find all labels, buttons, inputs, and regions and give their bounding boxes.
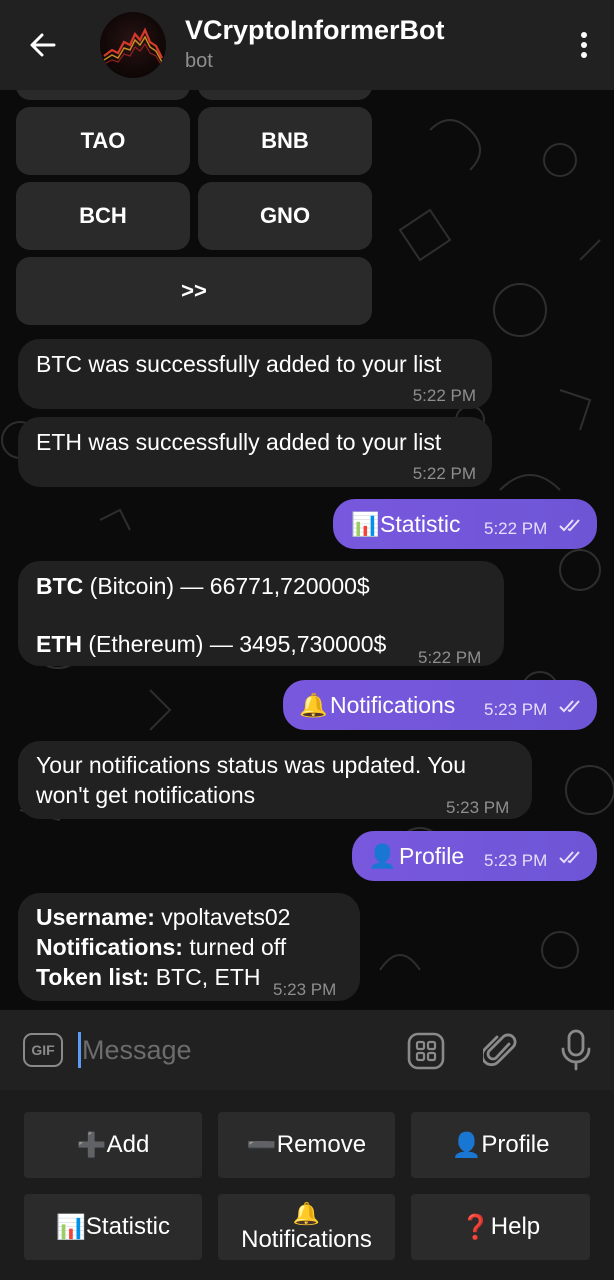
- message-line: Token list: BTC, ETH: [36, 962, 260, 992]
- plus-icon: ➕: [76, 1131, 107, 1159]
- vertical-dots-icon: [581, 32, 587, 58]
- message-time: 5:22 PM: [412, 386, 476, 405]
- bar-chart-icon: 📊: [56, 1213, 86, 1241]
- inline-button-partial[interactable]: [16, 90, 190, 100]
- incoming-message[interactable]: BTC (Bitcoin) — 66771,720000$ ETH (Ether…: [18, 561, 504, 667]
- bell-icon: 🔔: [292, 1201, 321, 1226]
- message-text: Notifications: [330, 692, 456, 718]
- message-line: Username: vpoltavets02: [36, 902, 290, 932]
- question-icon: ❓: [460, 1213, 491, 1241]
- chat-title[interactable]: VCryptoInformerBot: [185, 14, 554, 46]
- inline-button-bnb[interactable]: BNB: [198, 107, 372, 175]
- token-price: (Bitcoin) — 66771,720000$: [83, 573, 370, 599]
- bot-reply-keyboard: ➕ Add ➖ Remove 👤 Profile 📊 Statistic 🔔 Notifi…: [0, 1090, 614, 1280]
- more-menu-button[interactable]: [554, 0, 614, 90]
- chat-area[interactable]: TAO BNB BCH GNO >> BTC was successfully …: [0, 90, 614, 1010]
- read-checkmarks-icon: [559, 519, 580, 532]
- paperclip-icon[interactable]: [483, 1030, 519, 1070]
- back-arrow-icon: [30, 33, 56, 57]
- inline-button-partial[interactable]: [198, 90, 372, 100]
- incoming-message[interactable]: Your notifications status was updated. Y…: [18, 741, 532, 819]
- statistic-button[interactable]: 📊 Statistic: [24, 1194, 202, 1260]
- button-label: Remove: [276, 1131, 367, 1158]
- message-time: 5:22 PM: [484, 519, 548, 538]
- field-label: Token list:: [36, 964, 150, 990]
- user-icon: 👤: [368, 843, 397, 869]
- message-time: 5:22 PM: [418, 648, 482, 667]
- incoming-message[interactable]: BTC was successfully added to your list …: [18, 339, 492, 409]
- user-icon: 👤: [451, 1131, 482, 1159]
- outgoing-message[interactable]: 🔔 Notifications 5:23 PM: [283, 680, 597, 730]
- text-caret: [78, 1032, 81, 1068]
- message-composer: GIF Message: [0, 1010, 614, 1090]
- bell-icon: 🔔: [299, 692, 328, 718]
- minus-icon: ➖: [246, 1131, 277, 1159]
- message-time: 5:23 PM: [484, 851, 548, 870]
- chart-avatar-icon: [103, 27, 163, 67]
- incoming-message[interactable]: Username: vpoltavets02 Notifications: tu…: [18, 893, 360, 1001]
- outgoing-message[interactable]: 👤 Profile 5:23 PM: [352, 831, 597, 881]
- inline-button-gno[interactable]: GNO: [198, 182, 372, 250]
- message-text: Your notifications status was updated. Y…: [36, 752, 467, 778]
- gif-button[interactable]: GIF: [23, 1033, 63, 1067]
- chat-subtitle: bot: [185, 50, 213, 72]
- message-text: won't get notifications: [36, 782, 256, 808]
- message-time: 5:22 PM: [412, 464, 476, 483]
- token-symbol: BTC: [36, 573, 84, 599]
- message-time: 5:23 PM: [446, 798, 510, 817]
- read-checkmarks-icon: [559, 851, 580, 864]
- chat-header: VCryptoInformerBot bot: [0, 0, 614, 90]
- bar-chart-icon: 📊: [351, 511, 380, 537]
- token-price: (Ethereum) — 3495,730000$: [82, 631, 387, 657]
- message-time: 5:23 PM: [273, 980, 337, 999]
- microphone-icon[interactable]: [560, 1029, 592, 1071]
- field-label: Username:: [36, 904, 155, 930]
- read-checkmarks-icon: [559, 700, 580, 713]
- back-button[interactable]: [0, 0, 86, 90]
- add-button[interactable]: ➕ Add: [24, 1112, 202, 1178]
- message-input[interactable]: Message: [82, 1032, 192, 1068]
- message-line: BTC (Bitcoin) — 66771,720000$: [36, 571, 370, 601]
- button-label: Statistic: [85, 1213, 170, 1240]
- field-label: Notifications:: [36, 934, 183, 960]
- incoming-message[interactable]: ETH was successfully added to your list …: [18, 417, 492, 487]
- field-value: vpoltavets02: [154, 904, 291, 930]
- message-line: ETH (Ethereum) — 3495,730000$: [36, 629, 386, 659]
- bot-keyboard-icon[interactable]: [407, 1032, 445, 1070]
- message-time: 5:23 PM: [484, 700, 548, 719]
- bot-avatar[interactable]: [100, 12, 166, 78]
- message-text: ETH was successfully added to your list: [36, 429, 442, 455]
- outgoing-message[interactable]: 📊 Statistic 5:22 PM: [333, 499, 597, 549]
- field-value: BTC, ETH: [149, 964, 261, 990]
- button-label: Add: [106, 1131, 150, 1158]
- token-symbol: ETH: [36, 631, 82, 657]
- inline-button-bch[interactable]: BCH: [16, 182, 190, 250]
- inline-button-next-page[interactable]: >>: [16, 257, 372, 325]
- remove-button[interactable]: ➖ Remove: [218, 1112, 395, 1178]
- message-line: Notifications: turned off: [36, 932, 286, 962]
- button-label: Notifications: [241, 1226, 372, 1253]
- message-text: Profile: [399, 843, 465, 869]
- help-button[interactable]: ❓ Help: [411, 1194, 590, 1260]
- inline-button-tao[interactable]: TAO: [16, 107, 190, 175]
- profile-button[interactable]: 👤 Profile: [411, 1112, 590, 1178]
- message-text: Statistic: [380, 511, 461, 537]
- field-value: turned off: [182, 934, 287, 960]
- notifications-button[interactable]: 🔔 Notifications: [218, 1194, 395, 1260]
- button-label: Profile: [481, 1131, 550, 1158]
- button-label: Help: [490, 1213, 541, 1240]
- message-text: BTC was successfully added to your list: [36, 351, 442, 377]
